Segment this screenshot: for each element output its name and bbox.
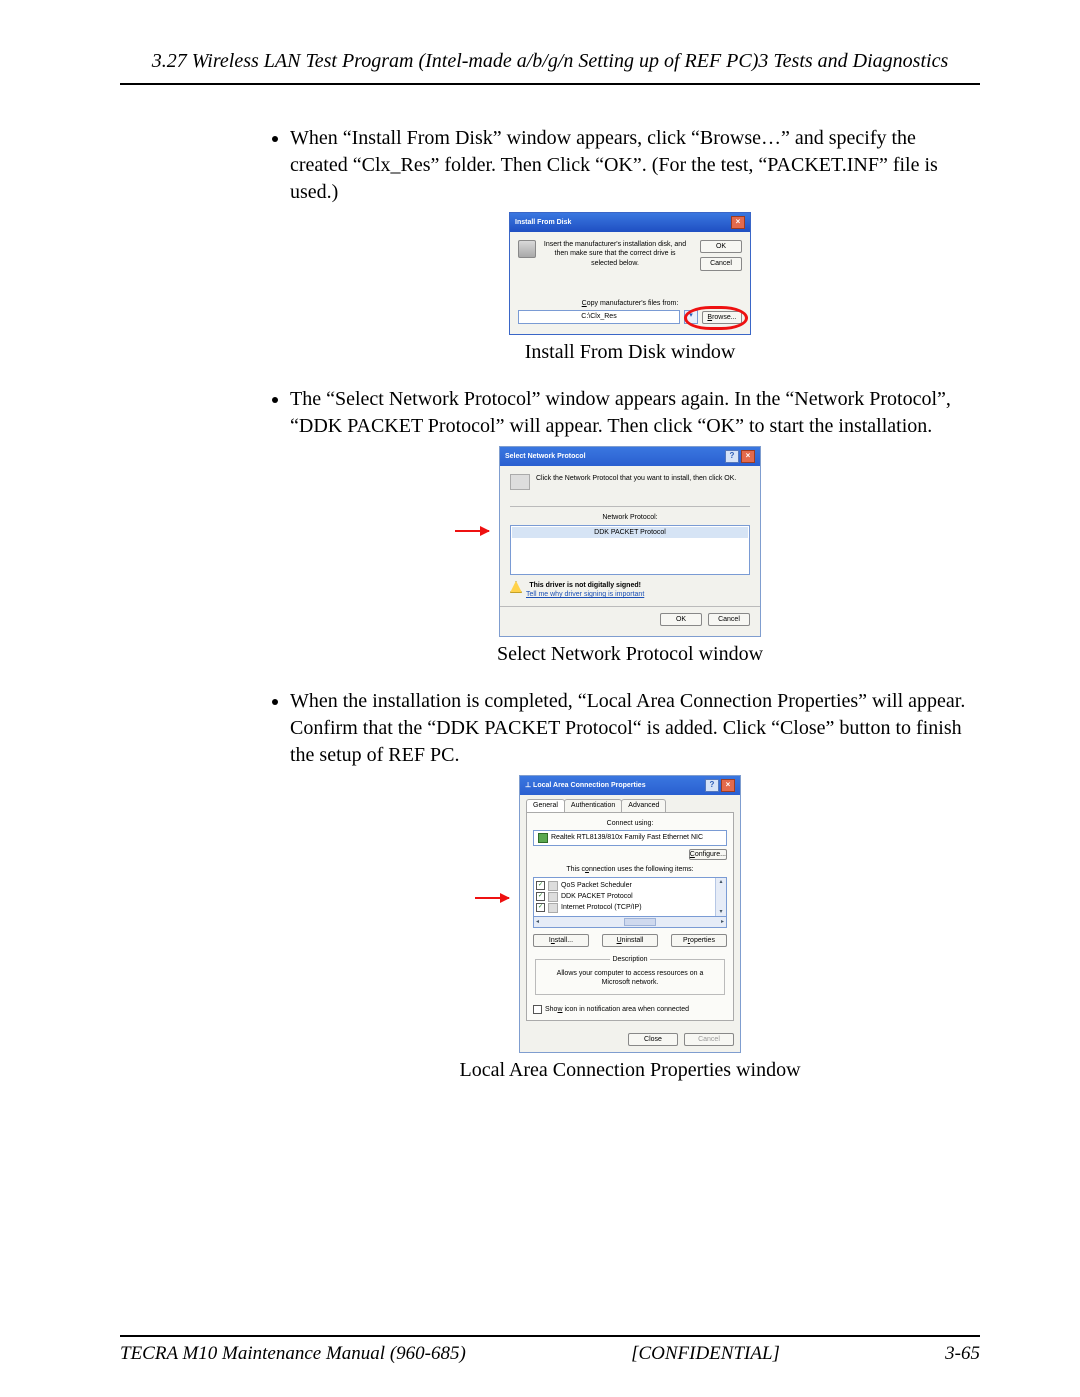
chevron-right-icon[interactable]: ▸ [721,918,724,926]
help-icon[interactable]: ? [725,450,739,463]
nic-name: Realtek RTL8139/810x Family Fast Etherne… [551,833,703,842]
dialog-title: Select Network Protocol [505,452,586,461]
page-footer: TECRA M10 Maintenance Manual (960-685) [… [120,1335,980,1365]
connection-items-list[interactable]: ✓ QoS Packet Scheduler ✓ DDK PACKET Protoc… [533,877,727,917]
select-network-protocol-dialog: Select Network Protocol ? × Click the Ne… [499,446,761,637]
figure-caption: Select Network Protocol window [290,641,970,668]
nic-icon [538,833,548,843]
warning-icon [510,581,522,593]
cancel-button[interactable]: Cancel [708,613,750,626]
bullet-text: When the installation is completed, “Loc… [290,690,965,766]
header-title: 3.27 Wireless LAN Test Program (Intel-ma… [120,50,980,73]
item-tcpip[interactable]: Internet Protocol (TCP/IP) [561,903,642,912]
bullet-text: When “Install From Disk” window appears,… [290,127,938,203]
instruction-list: When “Install From Disk” window appears,… [120,125,980,1084]
tab-general[interactable]: General [526,799,565,811]
properties-button[interactable]: Properties [671,934,727,947]
path-input[interactable]: C:\Clx_Res [518,310,680,324]
signing-link[interactable]: Tell me why driver signing is important [526,590,644,599]
footer-center: [CONFIDENTIAL] [631,1343,780,1365]
install-from-disk-dialog: Install From Disk × Insert the manufactu… [509,212,751,335]
description-legend: Description [610,955,649,964]
configure-button[interactable]: Configure... [689,849,727,860]
nic-field: Realtek RTL8139/810x Family Fast Etherne… [533,830,727,846]
checkbox-icon[interactable]: ✓ [536,903,545,912]
dialog-titlebar: Select Network Protocol ? × [500,447,760,466]
footer-right: 3-65 [945,1343,980,1365]
page: 3.27 Wireless LAN Test Program (Intel-ma… [0,0,1080,1397]
description-group: Description Allows your computer to acce… [535,955,725,994]
dialog-titlebar: Install From Disk × [510,213,750,232]
highlight-ellipse [684,306,748,330]
checkbox-icon[interactable]: ✓ [536,892,545,901]
floppy-disk-icon [518,240,536,258]
list-item: The “Select Network Protocol” window app… [290,386,980,668]
dialog-title: ⊥ Local Area Connection Properties [525,781,646,790]
footer-rule [120,1335,980,1337]
figure-caption: Local Area Connection Properties window [290,1057,970,1084]
component-icon [548,903,558,913]
description-text: Allows your computer to access resources… [542,969,718,988]
close-icon[interactable]: × [741,450,755,463]
show-icon-label: Show icon in notification area when conn… [545,1005,689,1014]
ok-button[interactable]: OK [660,613,702,626]
highlight-arrow-icon [455,530,489,532]
highlight-arrow-icon [475,897,509,899]
footer-left: TECRA M10 Maintenance Manual (960-685) [120,1343,466,1365]
item-qos[interactable]: QoS Packet Scheduler [561,881,632,890]
item-ddk-packet[interactable]: DDK PACKET Protocol [561,892,633,901]
dialog-title: Install From Disk [515,218,571,227]
tab-advanced[interactable]: Advanced [621,799,666,811]
chevron-down-icon[interactable]: ▾ [719,908,722,916]
scrollbar-horizontal[interactable]: ◂ ▸ [533,917,727,928]
close-icon[interactable]: × [731,216,745,229]
warning-text: This driver is not digitally signed! [526,581,644,590]
network-protocol-label: Network Protocol: [510,513,750,522]
list-item-ddk-packet[interactable]: DDK PACKET Protocol [512,527,748,538]
dialog-titlebar: ⊥ Local Area Connection Properties ? × [520,776,740,795]
close-button[interactable]: Close [628,1033,678,1046]
tab-bar: General Authentication Advanced [520,795,740,811]
protocol-icon [510,474,530,490]
cancel-button: Cancel [684,1033,734,1046]
dialog-intro: Click the Network Protocol that you want… [536,474,736,490]
protocol-listbox[interactable]: DDK PACKET Protocol [510,525,750,575]
uninstall-button[interactable]: Uninstall [602,934,658,947]
lan-properties-dialog: ⊥ Local Area Connection Properties ? × G… [519,775,741,1053]
list-item: When “Install From Disk” window appears,… [290,125,980,366]
dialog-message: Insert the manufacturer's installation d… [542,240,688,271]
checkbox-icon[interactable]: ✓ [536,881,545,890]
bullet-text: The “Select Network Protocol” window app… [290,388,951,437]
list-item: When the installation is completed, “Loc… [290,688,980,1084]
uses-label: This connection uses the following items… [533,865,727,874]
scrollbar-vertical[interactable]: ▴▾ [715,878,726,916]
install-button[interactable]: Install... [533,934,589,947]
help-icon[interactable]: ? [705,779,719,792]
ok-button[interactable]: OK [700,240,742,253]
component-icon [548,892,558,902]
scroll-thumb[interactable] [624,918,656,926]
chevron-up-icon[interactable]: ▴ [719,878,722,886]
figure-caption: Install From Disk window [290,339,970,366]
cancel-button[interactable]: Cancel [700,257,742,270]
checkbox-icon[interactable] [533,1005,542,1014]
connect-using-label: Connect using: [533,819,727,828]
header-rule [120,83,980,85]
tab-authentication[interactable]: Authentication [564,799,622,811]
chevron-left-icon[interactable]: ◂ [536,918,539,926]
close-icon[interactable]: × [721,779,735,792]
component-icon [548,881,558,891]
